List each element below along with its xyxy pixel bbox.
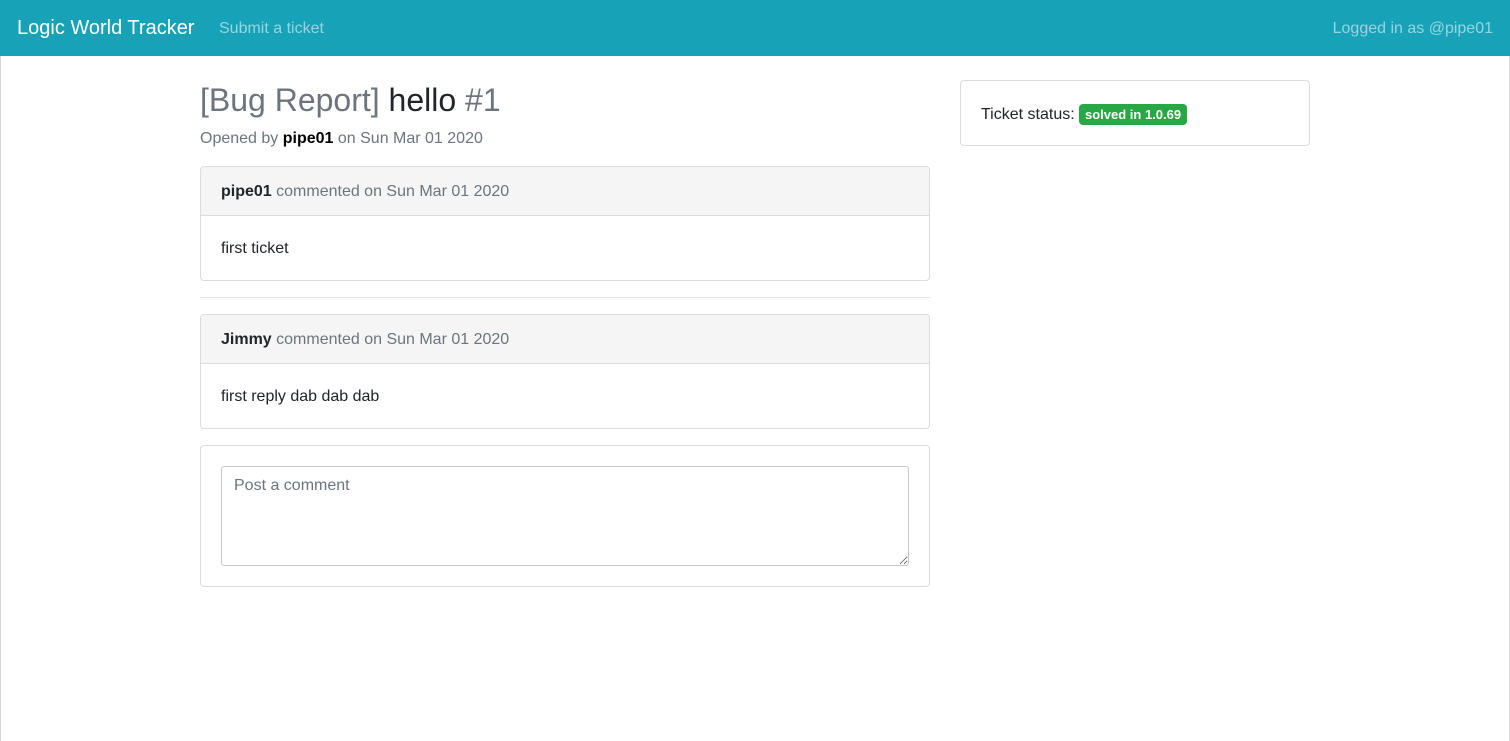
submit-ticket-link[interactable]: Submit a ticket: [219, 19, 324, 38]
ticket-meta: Opened by pipe01 on Sun Mar 01 2020: [200, 129, 483, 148]
comment-card: pipe01 commented on Sun Mar 01 2020 firs…: [200, 166, 930, 281]
comment-form: [200, 445, 930, 587]
comment-header: pipe01 commented on Sun Mar 01 2020: [201, 167, 929, 216]
logged-in-user[interactable]: Logged in as @pipe01: [1333, 19, 1493, 38]
comment-body: first ticket: [221, 240, 289, 257]
status-badge: solved in 1.0.69: [1079, 104, 1188, 125]
top-navbar: Logic World Tracker Submit a ticket Logg…: [0, 0, 1510, 56]
ticket-title: [Bug Report] hello #1: [200, 82, 501, 118]
comment-meta: commented on Sun Mar 01 2020: [276, 183, 510, 200]
ticket-number: #1: [465, 82, 501, 118]
ticket-category: [Bug Report]: [200, 82, 380, 118]
comment-header: Jimmy commented on Sun Mar 01 2020: [201, 315, 929, 364]
status-label: Ticket status:: [981, 106, 1075, 123]
comment-author: pipe01: [221, 183, 272, 200]
ticket-name: hello: [388, 82, 457, 118]
opened-date: on Sun Mar 01 2020: [337, 130, 483, 147]
comment-meta: commented on Sun Mar 01 2020: [276, 331, 510, 348]
comment-body: first reply dab dab dab: [221, 388, 380, 405]
comment-author: Jimmy: [221, 331, 272, 348]
ticket-status-card: Ticket status: solved in 1.0.69: [960, 80, 1310, 146]
comment-card: Jimmy commented on Sun Mar 01 2020 first…: [200, 314, 930, 429]
opened-prefix: Opened by: [200, 130, 279, 147]
comment-divider: [200, 297, 930, 298]
ticket-author: pipe01: [282, 130, 334, 147]
brand-link[interactable]: Logic World Tracker: [17, 16, 194, 40]
comment-input[interactable]: [221, 466, 909, 566]
